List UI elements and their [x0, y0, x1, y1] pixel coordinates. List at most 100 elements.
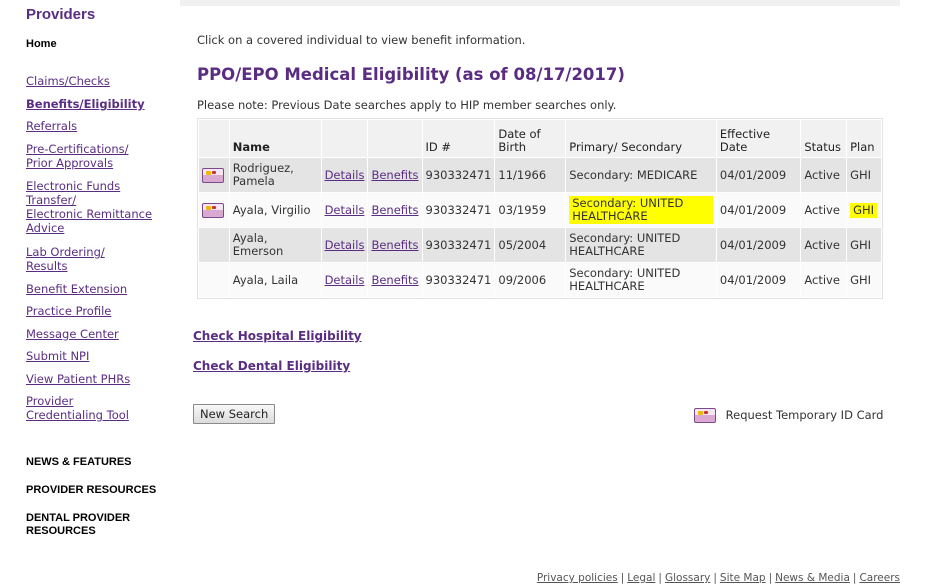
details-link[interactable]: Details: [321, 263, 368, 297]
benefits-link[interactable]: Benefits: [368, 263, 422, 297]
member-id: 930332471: [422, 158, 495, 192]
header-details-col: [321, 120, 368, 157]
member-name[interactable]: Ayala, Emerson: [229, 228, 321, 262]
benefits-link[interactable]: Benefits: [368, 158, 422, 192]
new-search-button[interactable]: New Search: [193, 404, 276, 424]
section-news-features[interactable]: NEWS & FEATURES: [26, 456, 176, 469]
sidebar-item-benefit-extension[interactable]: Benefit Extension: [26, 282, 171, 296]
effective-date: 04/01/2009: [716, 193, 801, 227]
check-dental-eligibility-link[interactable]: Check Dental Eligibility: [193, 359, 350, 373]
date-search-note: Please note: Previous Date searches appl…: [197, 98, 617, 112]
member-status: Active: [801, 193, 847, 227]
table-row[interactable]: Ayala, Virgilio Details Benefits 930332471 0…: [199, 193, 881, 227]
row-icon-cell: [199, 228, 229, 262]
check-hospital-eligibility-link[interactable]: Check Hospital Eligibility: [193, 329, 362, 343]
details-link[interactable]: Details: [321, 193, 368, 227]
benefits-link-text[interactable]: Benefits: [371, 203, 418, 217]
request-temp-id-card[interactable]: Request Temporary ID Card: [694, 408, 883, 423]
footer-link[interactable]: Careers: [859, 572, 900, 584]
member-id: 930332471: [422, 193, 495, 227]
member-dob: 09/2006: [495, 263, 566, 297]
sidebar-title: Providers: [26, 6, 96, 23]
primary-secondary-highlighted: Secondary: UNITED HEALTHCARE: [569, 196, 713, 224]
page-title: PPO/EPO Medical Eligibility (as of 08/17…: [197, 65, 625, 84]
sidebar-item-view-patient-phrs[interactable]: View Patient PHRs: [26, 372, 171, 386]
table-row[interactable]: Ayala, Laila Details Benefits 930332471 09/2…: [199, 263, 881, 297]
details-link-text[interactable]: Details: [325, 273, 365, 287]
member-name[interactable]: Rodriguez, Pamela: [229, 158, 321, 192]
footer-link[interactable]: Glossary: [665, 572, 710, 584]
row-icon-cell: [199, 263, 229, 297]
sidebar-item-electronic-funds[interactable]: Electronic Funds Transfer/ Electronic Re…: [26, 179, 171, 235]
sidebar: Providers Home Claims/Checks Benefits/El…: [0, 0, 180, 587]
details-link-text[interactable]: Details: [325, 168, 365, 182]
row-icon-cell: [199, 193, 229, 227]
table-row[interactable]: Rodriguez, Pamela Details Benefits 93033247…: [199, 158, 881, 192]
footer-links: Privacy policies | Legal | Glossary | Site Map…: [537, 572, 900, 584]
footer-link[interactable]: Legal: [627, 572, 655, 584]
header-icon-col: [199, 120, 229, 157]
member-status: Active: [801, 158, 847, 192]
member-id: 930332471: [422, 263, 495, 297]
details-link-text[interactable]: Details: [325, 238, 365, 252]
request-temp-id-label[interactable]: Request Temporary ID Card: [726, 408, 884, 422]
benefits-link-text[interactable]: Benefits: [371, 238, 418, 252]
header-effective-date: Effective Date: [716, 120, 801, 157]
primary-secondary: Secondary: UNITED HEALTHCARE: [566, 228, 716, 262]
member-plan: GHI: [847, 158, 881, 192]
benefits-link[interactable]: Benefits: [368, 228, 422, 262]
member-name[interactable]: Ayala, Virgilio: [229, 193, 321, 227]
sidebar-item-claims-checks[interactable]: Claims/Checks: [26, 74, 171, 88]
sidebar-home[interactable]: Home: [26, 38, 57, 50]
sidebar-item-message-center[interactable]: Message Center: [26, 327, 171, 341]
member-plan: GHI: [847, 193, 881, 227]
member-dob: 03/1959: [495, 193, 566, 227]
member-id: 930332471: [422, 228, 495, 262]
sidebar-item-pre-certifications[interactable]: Pre-Certifications/ Prior Approvals: [26, 142, 171, 170]
member-status: Active: [801, 263, 847, 297]
footer-separator: |: [620, 572, 625, 584]
footer-separator: |: [713, 572, 717, 584]
footer-separator: |: [658, 572, 662, 584]
eligibility-table: Name ID # Date of Birth Primary/ Seconda…: [197, 118, 883, 299]
sidebar-item-benefits-eligibility[interactable]: Benefits/Eligibility: [26, 97, 171, 111]
section-dental-provider-resources[interactable]: DENTAL PROVIDER RESOURCES: [26, 512, 176, 538]
header-status: Status: [801, 120, 847, 157]
instruction-text: Click on a covered individual to view be…: [197, 33, 526, 47]
primary-secondary: Secondary: UNITED HEALTHCARE: [566, 193, 716, 227]
details-link[interactable]: Details: [321, 158, 368, 192]
benefits-link[interactable]: Benefits: [368, 193, 422, 227]
effective-date: 04/01/2009: [716, 158, 801, 192]
sidebar-item-practice-profile[interactable]: Practice Profile: [26, 304, 171, 318]
benefits-link-text[interactable]: Benefits: [371, 168, 418, 182]
main-content: Click on a covered individual to view be…: [180, 6, 900, 587]
member-status: Active: [801, 228, 847, 262]
sidebar-item-referrals[interactable]: Referrals: [26, 119, 171, 133]
header-id: ID #: [422, 120, 495, 157]
footer-link[interactable]: Privacy policies: [537, 572, 618, 584]
benefits-link-text[interactable]: Benefits: [371, 273, 418, 287]
id-card-icon[interactable]: [202, 167, 224, 183]
header-benefits-col: [368, 120, 422, 157]
table-row[interactable]: Ayala, Emerson Details Benefits 930332471 05…: [199, 228, 881, 262]
id-card-icon[interactable]: [202, 202, 224, 218]
header-dob: Date of Birth: [495, 120, 566, 157]
primary-secondary: Secondary: MEDICARE: [566, 158, 716, 192]
details-link-text[interactable]: Details: [325, 203, 365, 217]
footer-link[interactable]: Site Map: [720, 572, 766, 584]
footer-link[interactable]: News & Media: [775, 572, 850, 584]
id-card-icon[interactable]: [694, 408, 716, 423]
sidebar-item-submit-npi[interactable]: Submit NPI: [26, 349, 171, 363]
table-header-row: Name ID # Date of Birth Primary/ Seconda…: [199, 120, 881, 157]
section-provider-resources[interactable]: PROVIDER RESOURCES: [26, 484, 176, 497]
effective-date: 04/01/2009: [716, 263, 801, 297]
sidebar-item-lab-ordering[interactable]: Lab Ordering/ Results: [26, 245, 171, 273]
header-name: Name: [229, 120, 321, 157]
effective-date: 04/01/2009: [716, 228, 801, 262]
eligibility-table-body: Rodriguez, Pamela Details Benefits 93033247…: [199, 158, 881, 297]
header-plan: Plan: [847, 120, 881, 157]
sidebar-item-credentialing-tool[interactable]: Provider Credentialing Tool: [26, 394, 171, 422]
footer-separator: |: [852, 572, 857, 584]
details-link[interactable]: Details: [321, 228, 368, 262]
member-name[interactable]: Ayala, Laila: [229, 263, 321, 297]
